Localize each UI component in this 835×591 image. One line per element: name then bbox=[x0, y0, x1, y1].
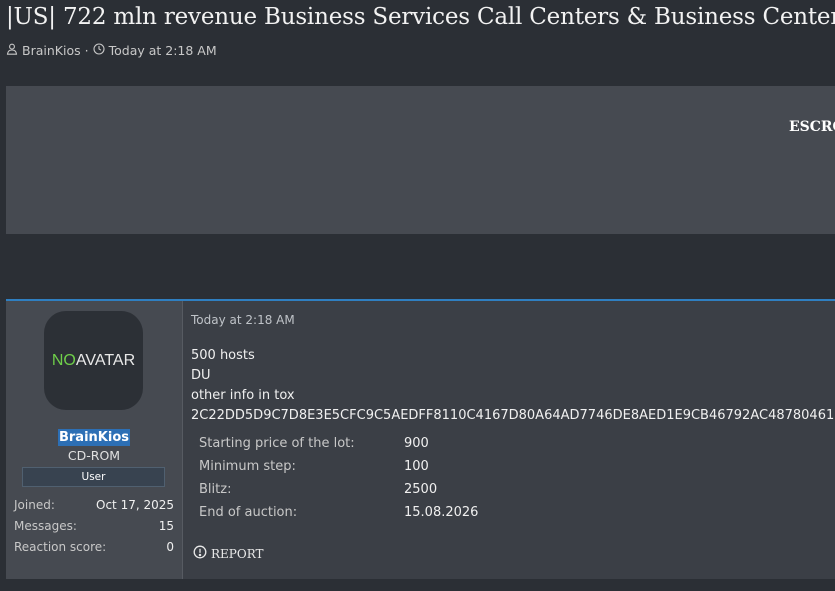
ad-banner[interactable]: ESCRO bbox=[6, 86, 835, 234]
stat-label: Reaction score: bbox=[14, 540, 107, 554]
field-row: Minimum step: 100 bbox=[199, 457, 478, 480]
stat-row-messages: Messages: 15 bbox=[14, 518, 174, 539]
stat-row-reaction-score: Reaction score: 0 bbox=[14, 539, 174, 560]
stat-value[interactable]: 15 bbox=[159, 518, 174, 539]
banner-text: ESCRO bbox=[789, 119, 835, 135]
body-line: 2C22DD5D9C7D8E3E5CFC9C5AEDFF8110C4167D80… bbox=[191, 408, 835, 423]
field-label: Minimum step: bbox=[199, 459, 296, 474]
thread-author-link[interactable]: BrainKios bbox=[22, 43, 81, 58]
field-label: Starting price of the lot: bbox=[199, 436, 355, 451]
clock-icon bbox=[93, 43, 105, 58]
thread-title: |US| 722 mln revenue Business Services C… bbox=[6, 4, 835, 30]
thread-time-link[interactable]: Today at 2:18 AM bbox=[109, 43, 217, 58]
meta-separator: · bbox=[84, 43, 89, 58]
report-label: REPORT bbox=[211, 546, 264, 561]
stat-label: Joined: bbox=[14, 498, 55, 512]
avatar-label: AVATAR bbox=[75, 351, 136, 369]
stat-row-joined: Joined: Oct 17, 2025 bbox=[14, 497, 174, 518]
auction-fields: Starting price of the lot: 900 Minimum s… bbox=[199, 434, 478, 526]
post-message: Today at 2:18 AM 500 hosts DU other info… bbox=[191, 301, 835, 579]
stat-value: Oct 17, 2025 bbox=[96, 498, 174, 512]
alert-circle-icon bbox=[193, 545, 207, 562]
user-stats: Joined: Oct 17, 2025 Messages: 15 Reacti… bbox=[14, 497, 174, 560]
page: |US| 722 mln revenue Business Services C… bbox=[0, 0, 835, 591]
user-title: CD-ROM bbox=[67, 448, 121, 463]
field-label: Blitz: bbox=[199, 482, 232, 497]
user-icon bbox=[6, 43, 18, 58]
field-label: End of auction: bbox=[199, 505, 298, 520]
field-value: 2500 bbox=[404, 482, 438, 497]
field-row: End of auction: 15.08.2026 bbox=[199, 503, 478, 526]
post-date-link[interactable]: Today at 2:18 AM bbox=[191, 313, 295, 327]
body-line: 500 hosts bbox=[191, 348, 255, 363]
post-body: 500 hosts DU other info in tox 2C22DD5D9… bbox=[191, 346, 835, 426]
username-link[interactable]: BrainKios bbox=[57, 429, 130, 446]
body-line: other info in tox bbox=[191, 388, 295, 403]
username-container: BrainKios bbox=[6, 426, 182, 446]
post: NO AVATAR BrainKios CD-ROM User Joined: … bbox=[6, 299, 835, 579]
post-user-panel: NO AVATAR BrainKios CD-ROM User Joined: … bbox=[6, 301, 183, 579]
field-row: Blitz: 2500 bbox=[199, 480, 478, 503]
report-button[interactable]: REPORT bbox=[193, 545, 264, 562]
thread-meta: BrainKios · Today at 2:18 AM bbox=[6, 43, 217, 58]
avatar-no-text: NO bbox=[51, 351, 76, 369]
field-value: 100 bbox=[404, 459, 429, 474]
field-value: 15.08.2026 bbox=[404, 505, 479, 520]
user-banner: User bbox=[22, 467, 165, 487]
stat-value: 0 bbox=[166, 540, 174, 554]
stat-label: Messages: bbox=[14, 519, 77, 533]
body-line: DU bbox=[191, 368, 211, 383]
field-value: 900 bbox=[404, 436, 429, 451]
avatar[interactable]: NO AVATAR bbox=[44, 311, 143, 410]
field-row: Starting price of the lot: 900 bbox=[199, 434, 478, 457]
